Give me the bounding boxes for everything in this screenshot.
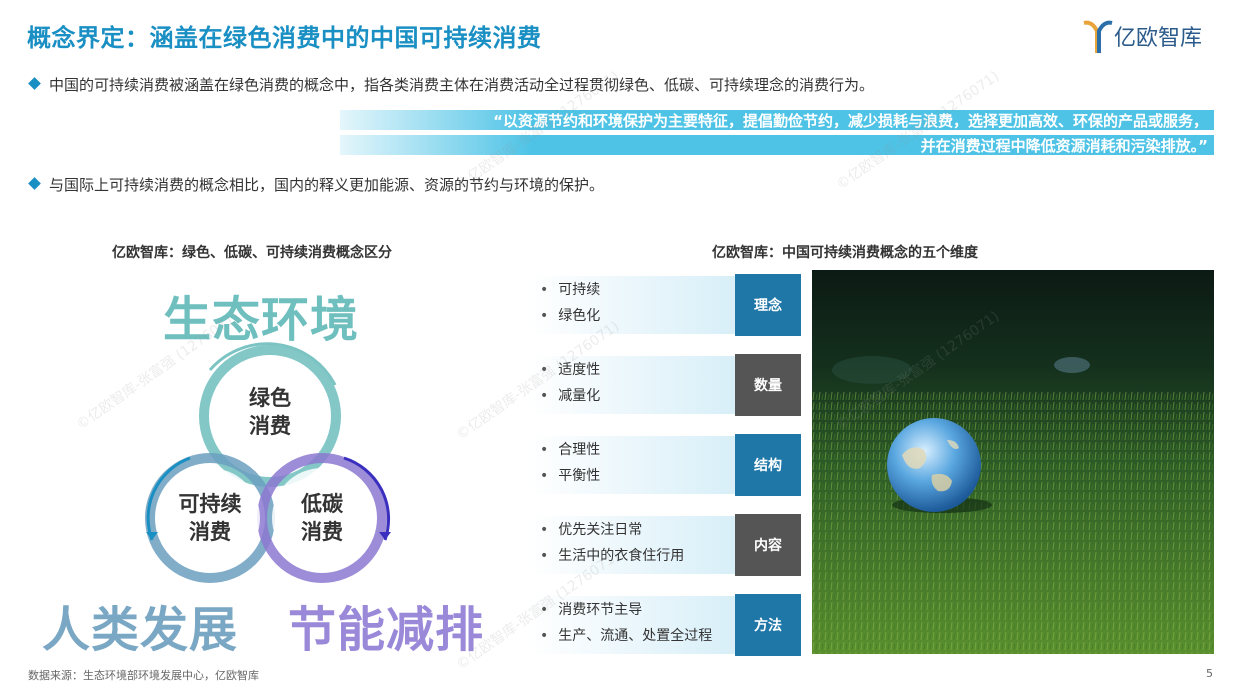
circle-label-sustainable: 可持续消费 xyxy=(170,490,250,546)
logo-text: 亿欧智库 xyxy=(1114,26,1203,51)
dimension-label-box: 数量 xyxy=(735,354,801,416)
bullet-2: 与国际上可持续消费的概念相比，国内的释义更加能源、资源的节约与环境的保护。 xyxy=(28,174,605,195)
word-energy-saving: 节能减排 xyxy=(288,602,485,658)
dimension-item: 合理性 xyxy=(540,437,600,463)
bullet-1-text: 中国的可持续消费被涵盖在绿色消费的概念中，指各类消费主体在消费活动全过程贯彻绿色… xyxy=(49,76,875,94)
dimension-label-box: 理念 xyxy=(735,274,801,336)
word-human-development: 人类发展 xyxy=(42,602,239,658)
circle-label-sustainable-text: 可持续消费 xyxy=(178,492,242,544)
dimension-item: 适度性 xyxy=(540,357,600,383)
dimension-label-box: 内容 xyxy=(735,514,801,576)
venn-diagram xyxy=(145,342,391,583)
right-panel-title: 亿欧智库：中国可持续消费概念的五个维度 xyxy=(712,245,978,261)
bullet-1: 中国的可持续消费被涵盖在绿色消费的概念中，指各类消费主体在消费活动全过程贯彻绿色… xyxy=(28,74,875,95)
quote-line-1: “以资源节约和环境保护为主要特征，提倡勤俭节约，减少损耗与浪费，选择更加高效、环… xyxy=(493,112,1208,130)
diamond-bullet-icon xyxy=(28,177,41,190)
page-title: 概念界定：涵盖在绿色消费中的中国可持续消费 xyxy=(27,24,542,52)
globe-on-grass-photo xyxy=(812,270,1214,654)
dimension-item: 可持续 xyxy=(540,277,600,303)
data-source: 数据来源：生态环境部环境发展中心，亿欧智库 xyxy=(28,669,259,682)
dimension-item: 消费环节主导 xyxy=(540,597,642,623)
dimension-item: 生活中的衣食住行用 xyxy=(540,543,684,569)
diamond-bullet-icon xyxy=(28,77,41,90)
circle-label-green-text: 绿色消费 xyxy=(249,386,291,438)
circle-label-lowcarbon: 低碳消费 xyxy=(282,490,362,546)
globe-photo-illustration xyxy=(812,270,1214,654)
dimension-item: 平衡性 xyxy=(540,463,600,489)
dimension-item: 优先关注日常 xyxy=(540,517,642,543)
quote-line-2: 并在消费过程中降低资源消耗和污染排放。” xyxy=(920,137,1208,155)
dimension-item: 绿色化 xyxy=(540,303,600,329)
page-number: 5 xyxy=(1206,667,1213,680)
dimension-label-box: 结构 xyxy=(735,434,801,496)
bullet-2-text: 与国际上可持续消费的概念相比，国内的释义更加能源、资源的节约与环境的保护。 xyxy=(49,176,605,194)
dimension-label-box: 方法 xyxy=(735,594,801,656)
left-panel-title: 亿欧智库：绿色、低碳、可持续消费概念区分 xyxy=(112,245,392,261)
dimension-item: 减量化 xyxy=(540,383,600,409)
circle-label-green: 绿色消费 xyxy=(230,384,310,440)
circle-label-lowcarbon-text: 低碳消费 xyxy=(301,492,343,544)
dimension-item: 生产、流通、处置全过程 xyxy=(540,623,712,649)
logo-mark-icon xyxy=(1083,20,1113,53)
